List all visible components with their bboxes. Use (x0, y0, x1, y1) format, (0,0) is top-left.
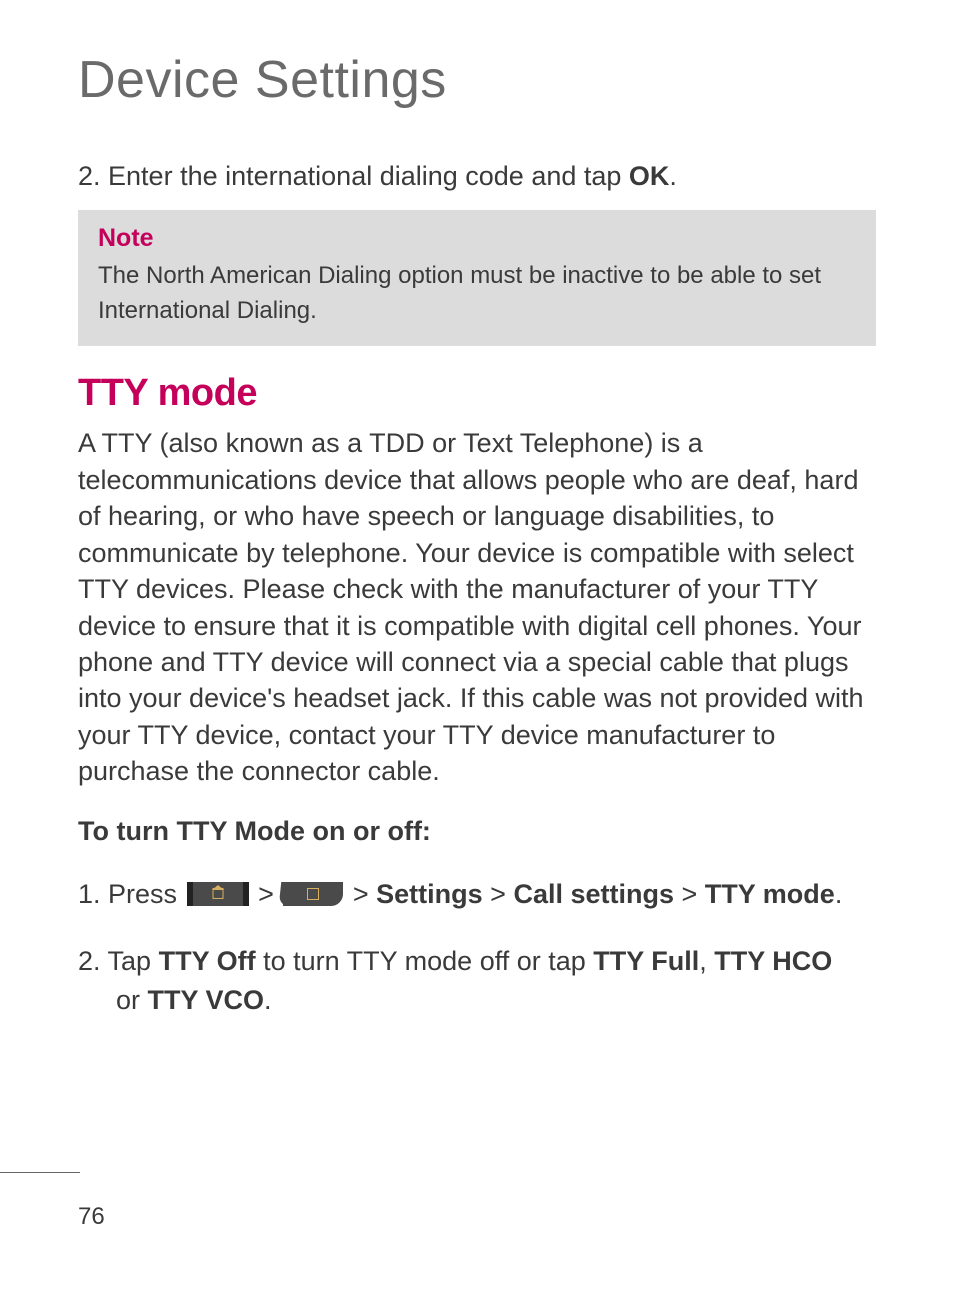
step-1-number: 1. (78, 879, 101, 909)
intro-step-bold: OK (629, 161, 670, 191)
step-2-t5: . (264, 985, 272, 1015)
step-1-sep4: > (674, 879, 705, 909)
step-2-t4: or (116, 985, 148, 1015)
step-1-end: . (835, 879, 843, 909)
step-1-settings: Settings (376, 879, 483, 909)
step-1-sep1: > (258, 879, 281, 909)
step-1-press: Press (101, 879, 185, 909)
note-box: Note The North American Dialing option m… (78, 210, 876, 347)
step-1-sep2: > (353, 879, 376, 909)
step-2-tty-hco: TTY HCO (714, 946, 832, 976)
page-title: Device Settings (78, 50, 876, 110)
menu-key-icon (283, 882, 343, 906)
note-body: The North American Dialing option must b… (98, 259, 856, 329)
intro-step-text: Enter the international dialing code and… (101, 161, 629, 191)
page-number: 76 (78, 1203, 105, 1231)
step-2: 2. Tap TTY Off to turn TTY mode off or t… (78, 942, 876, 1020)
step-1-call-settings: Call settings (513, 879, 674, 909)
step-1: 1. Press > > Settings > Call settings > … (78, 875, 876, 914)
intro-step: 2. Enter the international dialing code … (78, 158, 876, 196)
step-2-t3: , (699, 946, 714, 976)
step-2-t2: to turn TTY mode off or tap (256, 946, 594, 976)
intro-step-after: . (669, 161, 677, 191)
footer-divider (0, 1172, 80, 1173)
step-1-tty-mode: TTY mode (705, 879, 835, 909)
home-key-icon (187, 882, 249, 906)
step-1-sep3: > (483, 879, 514, 909)
sub-heading-tty-toggle: To turn TTY Mode on or off: (78, 816, 876, 847)
section-heading-tty: TTY mode (78, 372, 876, 415)
step-2-number: 2. (78, 946, 101, 976)
step-2-tty-full: TTY Full (593, 946, 699, 976)
tty-body-text: A TTY (also known as a TDD or Text Telep… (78, 425, 876, 789)
step-2-tty-vco: TTY VCO (148, 985, 265, 1015)
step-2-tty-off: TTY Off (159, 946, 256, 976)
step-2-t1: Tap (101, 946, 159, 976)
note-title: Note (98, 224, 856, 253)
intro-step-number: 2. (78, 161, 101, 191)
